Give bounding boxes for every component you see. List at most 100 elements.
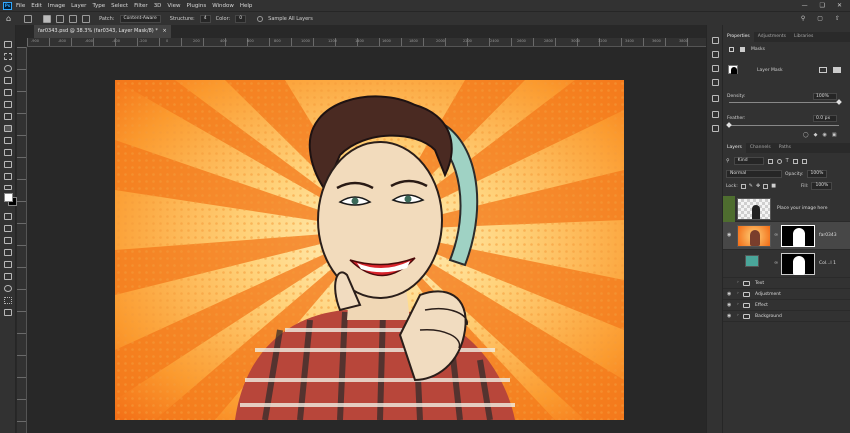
apply-mask-icon[interactable]: ◆ bbox=[814, 132, 818, 138]
new-selection-icon[interactable] bbox=[43, 14, 52, 23]
layer-thumbnail[interactable] bbox=[745, 255, 759, 267]
eye-icon[interactable]: ◉ bbox=[727, 313, 731, 319]
feather-slider-knob[interactable] bbox=[726, 122, 732, 128]
move-tool-icon[interactable] bbox=[4, 41, 12, 48]
gradient-tool-icon[interactable] bbox=[4, 185, 12, 190]
menu-image[interactable]: Image bbox=[48, 3, 65, 9]
search-icon[interactable]: ⚲ bbox=[801, 15, 805, 22]
marquee-tool-icon[interactable] bbox=[4, 53, 12, 60]
layer-thumbnail[interactable] bbox=[737, 198, 771, 220]
stamp-tool-icon[interactable] bbox=[4, 149, 12, 156]
menu-select[interactable]: Select bbox=[111, 3, 128, 9]
menu-plugins[interactable]: Plugins bbox=[186, 3, 206, 9]
document-tab[interactable]: far0343.psd @ 38.3% (far0343, Layer Mask… bbox=[34, 25, 171, 38]
canvas-area[interactable] bbox=[27, 48, 706, 433]
lock-transparent-icon[interactable] bbox=[740, 183, 746, 189]
tab-properties[interactable]: Properties bbox=[723, 32, 754, 42]
workspace-icon[interactable]: ▢ bbox=[817, 15, 823, 22]
filter-pixel-icon[interactable] bbox=[767, 158, 773, 164]
tab-layers[interactable]: Layers bbox=[723, 143, 746, 153]
share-icon[interactable]: ⇧ bbox=[835, 15, 840, 22]
layer-row[interactable]: ∞ Col...l 1 bbox=[723, 250, 850, 278]
layer-row-selected[interactable]: ◉ ∞ far0343 bbox=[723, 222, 850, 250]
eraser-tool-icon[interactable] bbox=[4, 173, 12, 180]
menu-filter[interactable]: Filter bbox=[134, 3, 148, 9]
filter-smart-icon[interactable] bbox=[801, 158, 807, 164]
delete-mask-icon[interactable]: ▣ bbox=[832, 132, 837, 138]
object-selection-tool-icon[interactable] bbox=[4, 77, 12, 84]
quick-mask-icon[interactable] bbox=[4, 309, 12, 316]
tab-libraries[interactable]: Libraries bbox=[790, 32, 817, 42]
intersect-selection-icon[interactable] bbox=[82, 14, 91, 23]
paragraph-panel-icon[interactable] bbox=[712, 125, 719, 132]
layer-mask-thumb[interactable] bbox=[728, 65, 738, 74]
menu-3d[interactable]: 3D bbox=[154, 3, 162, 9]
brush-settings-icon[interactable] bbox=[712, 95, 719, 102]
eye-icon[interactable]: ◉ bbox=[727, 302, 731, 308]
properties-panel-icon[interactable] bbox=[712, 51, 719, 58]
close-icon[interactable]: ✕ bbox=[837, 2, 842, 9]
chevron-right-icon[interactable]: › bbox=[737, 280, 739, 285]
filter-shape-icon[interactable] bbox=[792, 158, 798, 164]
structure-select[interactable]: 4 bbox=[199, 14, 211, 23]
layer-group-row[interactable]: › Text bbox=[723, 278, 850, 289]
subtract-selection-icon[interactable] bbox=[69, 14, 78, 23]
tab-paths[interactable]: Paths bbox=[775, 143, 795, 153]
lasso-tool-icon[interactable] bbox=[4, 65, 12, 72]
layer-group-row[interactable]: ◉ › Adjustment bbox=[723, 289, 850, 300]
pixel-mask-icon[interactable] bbox=[729, 47, 734, 52]
minimize-icon[interactable]: — bbox=[802, 2, 808, 9]
opacity-field[interactable]: 100% bbox=[806, 170, 828, 178]
menu-help[interactable]: Help bbox=[240, 3, 253, 9]
path-selection-tool-icon[interactable] bbox=[4, 249, 12, 256]
add-vector-mask-icon[interactable] bbox=[833, 67, 841, 73]
blend-mode-select[interactable]: Normal bbox=[726, 170, 782, 178]
layer-group-row[interactable]: ◉ › Effect bbox=[723, 300, 850, 311]
color-select[interactable]: 0 bbox=[235, 14, 247, 23]
foreground-color-swatch[interactable] bbox=[4, 193, 13, 202]
density-field[interactable]: 100% bbox=[813, 93, 837, 100]
frame-tool-icon[interactable] bbox=[4, 101, 12, 108]
crop-tool-icon[interactable] bbox=[4, 89, 12, 96]
patch-tool-preset-icon[interactable] bbox=[24, 14, 33, 23]
menu-window[interactable]: Window bbox=[212, 3, 234, 9]
menu-file[interactable]: File bbox=[16, 3, 25, 9]
eye-icon[interactable]: ◉ bbox=[727, 232, 731, 238]
history-panel-icon[interactable] bbox=[712, 37, 719, 44]
feather-slider-track[interactable] bbox=[729, 125, 839, 126]
menu-layer[interactable]: Layer bbox=[71, 3, 86, 9]
tab-adjustments[interactable]: Adjustments bbox=[754, 32, 790, 42]
layer-filter-select[interactable]: Kind bbox=[733, 157, 764, 165]
brush-tool-icon[interactable] bbox=[4, 137, 12, 144]
menu-view[interactable]: View bbox=[167, 3, 180, 9]
density-slider-track[interactable] bbox=[729, 102, 839, 103]
history-brush-tool-icon[interactable] bbox=[4, 161, 12, 168]
feather-field[interactable]: 0.0 px bbox=[813, 115, 837, 122]
artwork-canvas[interactable] bbox=[115, 80, 624, 420]
character-panel-icon[interactable] bbox=[712, 111, 719, 118]
patch-select[interactable]: Content-Aware bbox=[119, 14, 161, 23]
swatches-panel-icon[interactable] bbox=[712, 79, 719, 86]
menu-type[interactable]: Type bbox=[92, 3, 105, 9]
load-selection-icon[interactable]: ◯ bbox=[803, 132, 809, 138]
rectangle-tool-icon[interactable] bbox=[4, 261, 12, 268]
zoom-tool-icon[interactable] bbox=[4, 285, 12, 292]
lock-all-icon[interactable]: ■ bbox=[771, 183, 776, 189]
visibility-mask-icon[interactable]: ◉ bbox=[822, 132, 826, 138]
link-icon[interactable]: ∞ bbox=[774, 232, 778, 238]
home-icon[interactable]: ⌂ bbox=[6, 14, 11, 23]
chevron-right-icon[interactable]: › bbox=[737, 291, 739, 296]
hand-tool-icon[interactable] bbox=[4, 273, 12, 280]
layer-mask-thumbnail[interactable] bbox=[781, 253, 815, 275]
add-pixel-mask-icon[interactable] bbox=[819, 67, 827, 73]
close-tab-icon[interactable]: × bbox=[162, 28, 166, 34]
pen-tool-icon[interactable] bbox=[4, 225, 12, 232]
more-tools-icon[interactable] bbox=[4, 297, 12, 304]
patch-tool-icon[interactable] bbox=[4, 125, 12, 132]
layer-thumbnail[interactable] bbox=[737, 225, 771, 247]
filter-type-icon[interactable]: T bbox=[786, 158, 789, 164]
tab-channels[interactable]: Channels bbox=[746, 143, 775, 153]
chevron-right-icon[interactable]: › bbox=[737, 313, 739, 318]
vector-mask-icon[interactable] bbox=[740, 47, 745, 52]
blur-tool-icon[interactable] bbox=[4, 213, 12, 220]
